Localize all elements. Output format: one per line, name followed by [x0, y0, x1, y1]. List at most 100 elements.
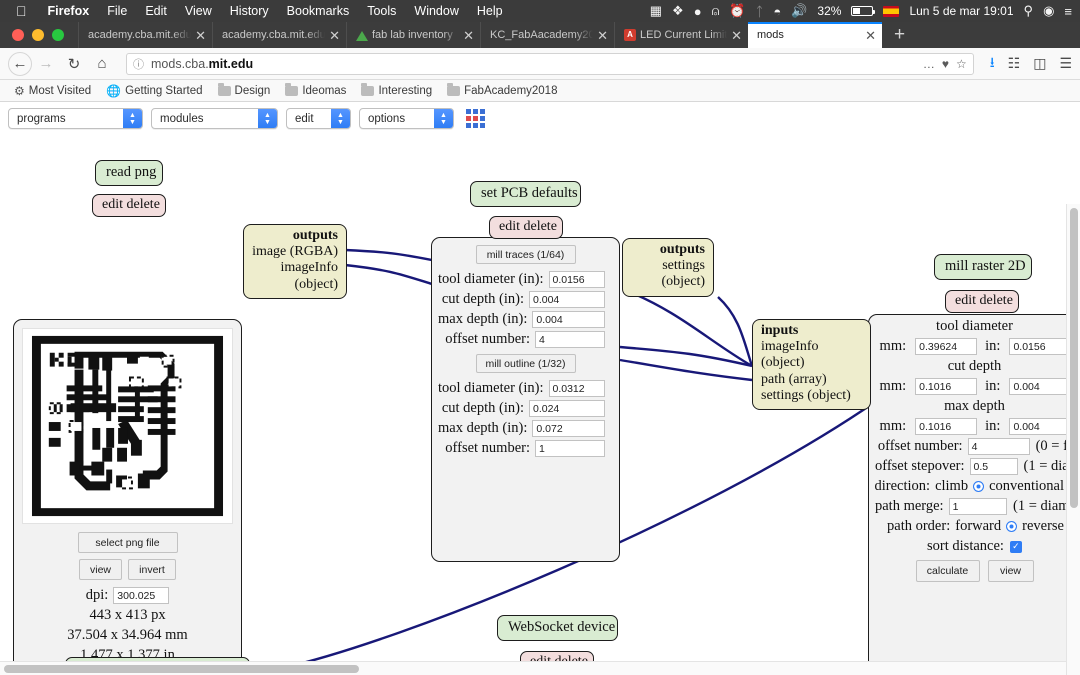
- horizontal-scrollbar-thumb[interactable]: [4, 665, 359, 673]
- maximize-window-button[interactable]: [52, 29, 64, 41]
- output-port-settings[interactable]: settings (object): [631, 258, 705, 290]
- bookmark-star-icon[interactable]: ☆: [956, 57, 967, 71]
- tool-diameter-outline-input[interactable]: 0.0312: [548, 380, 605, 397]
- wifi-icon[interactable]: ◓: [773, 4, 781, 19]
- library-icon[interactable]: ☷: [1008, 55, 1021, 72]
- bookmark-design[interactable]: Design: [212, 82, 277, 98]
- edit-select[interactable]: edit ▲ ▼: [286, 108, 351, 129]
- close-icon[interactable]: ✕: [865, 29, 876, 42]
- dropbox-icon[interactable]: ❖: [672, 3, 684, 19]
- window-controls[interactable]: [0, 29, 78, 48]
- max-depth-traces-input[interactable]: 0.004: [532, 311, 605, 328]
- menu-icon[interactable]: ☰: [1059, 55, 1072, 72]
- node-title-mill-raster-2d[interactable]: mill raster 2D: [934, 254, 1032, 280]
- modules-select[interactable]: modules ▲ ▼: [151, 108, 278, 129]
- cut-depth-outline-input[interactable]: 0.024: [529, 400, 605, 417]
- dpi-input[interactable]: 300.025: [113, 587, 170, 604]
- pocket-icon[interactable]: ♥: [942, 57, 949, 71]
- page-actions-icon[interactable]: …: [923, 57, 935, 71]
- cut-depth-traces-input[interactable]: 0.004: [529, 291, 605, 308]
- cut-depth-in-input[interactable]: 0.004: [1009, 378, 1070, 395]
- volume-icon[interactable]: 🔊: [791, 3, 807, 19]
- input-port-settings[interactable]: settings (object): [761, 388, 862, 404]
- close-icon[interactable]: ✕: [195, 29, 206, 42]
- url-bar[interactable]: ⓘ mods.cba.mit.edu … ♥ ☆: [126, 52, 974, 75]
- page-info-icon[interactable]: ⓘ: [133, 56, 144, 72]
- close-icon[interactable]: ✕: [329, 29, 340, 42]
- input-language-flag-icon[interactable]: [883, 5, 900, 17]
- output-port-image[interactable]: image (RGBA): [252, 244, 338, 260]
- mill-traces-button[interactable]: mill traces (1/64): [475, 245, 576, 264]
- close-icon[interactable]: ✕: [597, 29, 608, 42]
- siri-icon[interactable]: ◉: [1043, 3, 1054, 19]
- menu-item-file[interactable]: File: [98, 4, 136, 18]
- cut-depth-mm-input[interactable]: 0.1016: [915, 378, 978, 395]
- forward-button[interactable]: →: [32, 50, 60, 78]
- output-port-imageinfo[interactable]: imageInfo (object): [252, 260, 338, 292]
- menu-item-help[interactable]: Help: [468, 4, 512, 18]
- search-icon[interactable]: ⚲: [1024, 3, 1034, 19]
- mods-canvas[interactable]: programs ▲ ▼ modules ▲ ▼ edit ▲ ▼ options ▲…: [0, 102, 1080, 675]
- browser-tab-active[interactable]: mods ✕: [748, 22, 882, 48]
- home-button[interactable]: ⌂: [88, 50, 116, 78]
- screen-record-icon[interactable]: ▦: [650, 3, 662, 19]
- node-title-set-pcb-defaults[interactable]: set PCB defaults: [470, 181, 581, 207]
- browser-tab[interactable]: KC_FabAacademy2018 ✕: [480, 22, 614, 48]
- view-button[interactable]: view: [987, 560, 1034, 582]
- node-edit-delete-set-pcb-defaults[interactable]: edit delete: [489, 216, 563, 239]
- menu-item-firefox[interactable]: Firefox: [39, 4, 99, 18]
- chevron-updown-icon[interactable]: ▲ ▼: [123, 109, 142, 128]
- offset-number-input[interactable]: 4: [967, 438, 1030, 455]
- chevron-updown-icon[interactable]: ▲ ▼: [434, 109, 453, 128]
- calculate-button[interactable]: calculate: [915, 560, 980, 582]
- bookmark-ideomas[interactable]: Ideomas: [279, 82, 352, 98]
- max-depth-mm-input[interactable]: 0.1016: [915, 418, 978, 435]
- node-edit-delete-mill-raster-2d[interactable]: edit delete: [945, 290, 1019, 313]
- sidebar-icon[interactable]: ◫: [1033, 55, 1046, 72]
- bookmark-getting-started[interactable]: 🌐 Getting Started: [100, 83, 208, 99]
- sort-distance-checkbox[interactable]: ✓: [1009, 540, 1022, 553]
- input-port-imageinfo[interactable]: imageInfo (object): [761, 339, 862, 371]
- offset-number-traces-input[interactable]: 4: [535, 331, 605, 348]
- bookmark-fabacademy2018[interactable]: FabAcademy2018: [441, 82, 563, 98]
- close-window-button[interactable]: [12, 29, 24, 41]
- invert-button[interactable]: invert: [128, 559, 176, 580]
- path-order-forward-radio[interactable]: [1006, 521, 1018, 532]
- view-button[interactable]: view: [79, 559, 122, 580]
- browser-tab[interactable]: A LED Current Limiting R ✕: [614, 22, 748, 48]
- browser-tab[interactable]: academy.cba.mit.edu/clas: ✕: [212, 22, 346, 48]
- battery-icon[interactable]: [851, 6, 876, 16]
- node-title-read-png[interactable]: read png: [95, 160, 163, 186]
- vertical-scrollbar-thumb[interactable]: [1070, 208, 1078, 508]
- options-select[interactable]: options ▲ ▼: [359, 108, 454, 129]
- programs-select[interactable]: programs ▲ ▼: [8, 108, 143, 129]
- bookmark-most-visited[interactable]: ⚙ Most Visited: [8, 83, 97, 99]
- upload-icon[interactable]: ⍝: [712, 3, 720, 19]
- menu-item-edit[interactable]: Edit: [136, 4, 176, 18]
- offset-number-outline-input[interactable]: 1: [535, 440, 605, 457]
- browser-tab[interactable]: fab lab inventory ✕: [346, 22, 480, 48]
- sync-icon[interactable]: ●: [694, 4, 702, 19]
- menu-item-history[interactable]: History: [221, 4, 278, 18]
- input-port-path[interactable]: path (array): [761, 372, 862, 388]
- back-button[interactable]: ←: [8, 51, 32, 76]
- new-tab-button[interactable]: +: [882, 22, 917, 48]
- menu-item-bookmarks[interactable]: Bookmarks: [278, 4, 359, 18]
- menu-item-tools[interactable]: Tools: [358, 4, 405, 18]
- minimize-window-button[interactable]: [32, 29, 44, 41]
- grid-dots-icon[interactable]: [466, 109, 485, 128]
- time-machine-icon[interactable]: ⏰: [729, 3, 745, 19]
- node-edit-delete-read-png[interactable]: edit delete: [92, 194, 166, 217]
- tool-diameter-in-input[interactable]: 0.0156: [1009, 338, 1070, 355]
- bookmark-interesting[interactable]: Interesting: [355, 82, 438, 98]
- pcb-image-preview[interactable]: [22, 328, 233, 524]
- direction-climb-radio[interactable]: [973, 481, 985, 492]
- offset-stepover-input[interactable]: 0.5: [969, 458, 1018, 475]
- max-depth-outline-input[interactable]: 0.072: [532, 420, 605, 437]
- node-title-websocket-device[interactable]: WebSocket device: [497, 615, 618, 641]
- select-png-file-button[interactable]: select png file: [77, 532, 178, 553]
- browser-tab[interactable]: academy.cba.mit.edu/clas: ✕: [78, 22, 212, 48]
- reload-button[interactable]: ↻: [60, 50, 88, 78]
- mill-outline-button[interactable]: mill outline (1/32): [475, 354, 576, 373]
- menu-item-window[interactable]: Window: [405, 4, 467, 18]
